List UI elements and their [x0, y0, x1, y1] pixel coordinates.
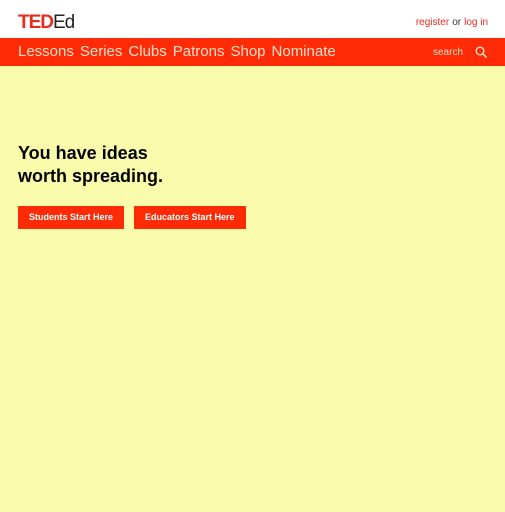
page: TED Ed register or log in Lessons Series Cl…	[0, 0, 505, 512]
search-area: search	[433, 38, 487, 66]
nav-item-patrons[interactable]: Patrons	[173, 38, 225, 66]
main-nav: Lessons Series Clubs Patrons Shop Nomina…	[0, 38, 505, 66]
search-icon[interactable]	[475, 46, 487, 58]
account-links: register or log in	[416, 17, 488, 29]
hero-heading: You have ideas worth spreading.	[18, 142, 163, 188]
students-start-button[interactable]: Students Start Here	[18, 206, 125, 229]
or-text: or	[452, 17, 462, 28]
nav-item-nominate[interactable]: Nominate	[272, 38, 336, 66]
search-label[interactable]: search	[433, 47, 463, 58]
educators-start-button[interactable]: Educators Start Here	[134, 206, 246, 229]
hero-line-1: You have ideas	[18, 143, 148, 163]
hero-line-2: worth spreading.	[18, 166, 164, 186]
top-header: TED Ed register or log in	[0, 0, 505, 38]
nav-item-shop[interactable]: Shop	[230, 38, 265, 66]
nav-items: Lessons Series Clubs Patrons Shop Nomina…	[18, 38, 342, 66]
register-link[interactable]: register	[416, 17, 449, 28]
ted-ed-logo[interactable]: TED Ed	[18, 12, 75, 33]
logo-ed: Ed	[53, 12, 75, 33]
nav-item-clubs[interactable]: Clubs	[128, 38, 166, 66]
nav-item-lessons[interactable]: Lessons	[18, 38, 74, 66]
logo-ted: TED	[18, 12, 54, 33]
nav-item-series[interactable]: Series	[80, 38, 123, 66]
cta-row: Students Start Here Educators Start Here	[18, 206, 256, 229]
login-link[interactable]: log in	[464, 17, 488, 28]
